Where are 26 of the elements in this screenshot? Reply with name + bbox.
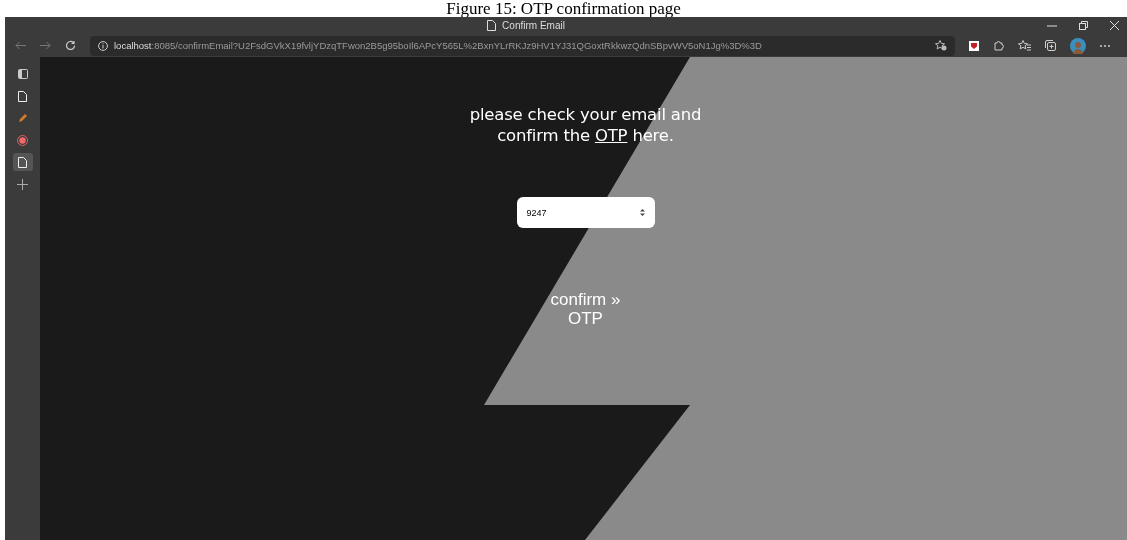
more-icon[interactable] [1100,44,1110,47]
record-icon [17,134,28,146]
minimize-icon[interactable] [1047,24,1057,27]
favorites-icon[interactable] [1018,40,1031,51]
shield-extension-icon[interactable] [969,40,979,51]
page-icon [487,20,497,31]
forward-icon[interactable] [40,41,51,50]
profile-avatar[interactable] [1070,37,1086,54]
restore-icon[interactable] [1079,21,1088,30]
collections-icon[interactable] [1045,40,1056,51]
page-icon [18,156,27,168]
close-icon[interactable] [1110,21,1119,30]
address-bar[interactable]: localhost:8085/confirmEmail?U2FsdGVkX19fvljYDzqTFwon2B5g95boIl6APcY565L%2BxnYLrRKJz9HV1YJ31QGoxtRkkwzQdnSBpvWV5oN1Jg%3D%3D [90,35,955,56]
add-favorite-icon[interactable] [935,40,947,51]
refresh-icon[interactable] [65,40,76,51]
figure-caption: Figure 15: OTP confirmation page [446,0,681,17]
sidebar-item[interactable] [12,153,33,171]
back-icon[interactable] [15,41,26,50]
add-icon [17,178,28,190]
window-title: Confirm Email [502,20,565,31]
page-icon [18,90,27,102]
spinner-icon[interactable] [638,208,646,217]
info-icon [98,40,108,51]
otp-field[interactable]: 9247 [516,197,655,228]
pen-icon [17,113,28,123]
tabs-panel-icon [17,69,28,79]
